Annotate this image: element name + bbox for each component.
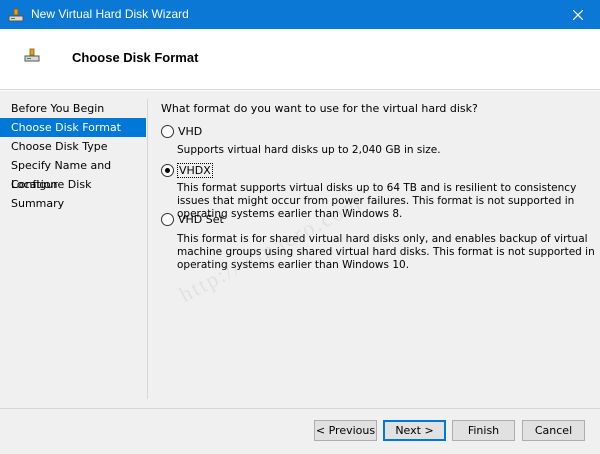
wizard-steps: Before You Begin Choose Disk Format Choo… bbox=[0, 99, 146, 213]
vhd-description: Supports virtual hard disks up to 2,040 … bbox=[177, 144, 441, 156]
page-title: Choose Disk Format bbox=[72, 50, 199, 65]
vhd-radio[interactable] bbox=[161, 125, 174, 138]
next-button[interactable]: Next > bbox=[383, 420, 446, 441]
close-icon bbox=[572, 9, 583, 20]
wizard-header: Choose Disk Format bbox=[0, 29, 600, 90]
finish-button[interactable]: Finish bbox=[452, 420, 515, 441]
title-bar: New Virtual Hard Disk Wizard bbox=[0, 0, 600, 29]
nav-divider bbox=[147, 99, 148, 399]
close-button[interactable] bbox=[555, 0, 600, 29]
vhdx-description: This format supports virtual disks up to… bbox=[177, 182, 577, 220]
main-content: What format do you want to use for the v… bbox=[161, 102, 595, 271]
nav-item-choose-disk-type[interactable]: Choose Disk Type bbox=[0, 137, 146, 156]
nav-item-choose-disk-format[interactable]: Choose Disk Format bbox=[0, 118, 146, 137]
nav-item-specify-name-and-location[interactable]: Specify Name and Location bbox=[0, 156, 146, 191]
disk-icon bbox=[24, 47, 40, 63]
vhd-set-radio[interactable] bbox=[161, 213, 174, 226]
nav-item-summary[interactable]: Summary bbox=[0, 194, 146, 213]
vhdx-label[interactable]: VHDX bbox=[177, 163, 213, 178]
wizard-body: Before You Begin Choose Disk Format Choo… bbox=[0, 91, 600, 408]
previous-button[interactable]: < Previous bbox=[314, 420, 377, 441]
vhd-set-label[interactable]: VHD Set bbox=[178, 213, 224, 226]
wizard-footer: < Previous Next > Finish Cancel bbox=[0, 409, 600, 454]
window-title: New Virtual Hard Disk Wizard bbox=[31, 7, 189, 21]
cancel-button[interactable]: Cancel bbox=[522, 420, 585, 441]
nav-item-configure-disk[interactable]: Configure Disk bbox=[0, 175, 146, 194]
vhd-label[interactable]: VHD bbox=[178, 125, 202, 138]
disk-icon bbox=[8, 7, 24, 23]
format-question: What format do you want to use for the v… bbox=[161, 102, 478, 115]
nav-item-before-you-begin[interactable]: Before You Begin bbox=[0, 99, 146, 118]
vhdx-radio[interactable] bbox=[161, 164, 174, 177]
